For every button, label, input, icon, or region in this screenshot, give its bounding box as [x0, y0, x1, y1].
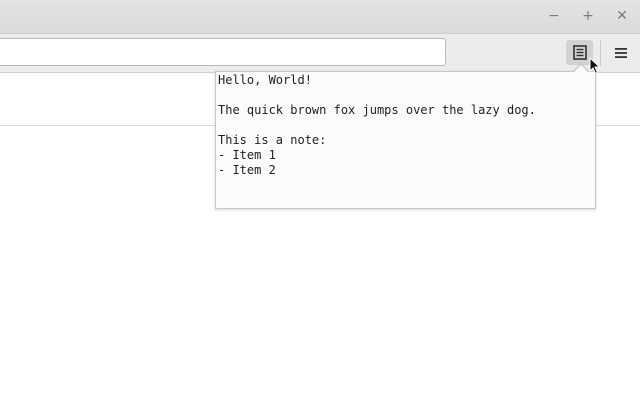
mouse-cursor-icon: [589, 57, 601, 75]
popup-arrow-inner: [574, 65, 588, 72]
minimize-icon[interactable]: −: [546, 8, 562, 24]
maximize-icon[interactable]: +: [580, 8, 596, 24]
browser-window: − + ✕ Hello, World! The quick brown fox …: [0, 0, 640, 400]
note-text[interactable]: Hello, World! The quick brown fox jumps …: [216, 72, 595, 179]
url-bar[interactable]: [0, 38, 446, 66]
hamburger-menu-icon: [615, 48, 627, 58]
navigation-toolbar: [0, 34, 640, 73]
notes-icon: [572, 45, 587, 60]
notes-popup: Hello, World! The quick brown fox jumps …: [215, 71, 596, 209]
menu-button[interactable]: [610, 42, 632, 64]
title-bar: − + ✕: [0, 0, 640, 34]
close-icon[interactable]: ✕: [614, 8, 630, 24]
